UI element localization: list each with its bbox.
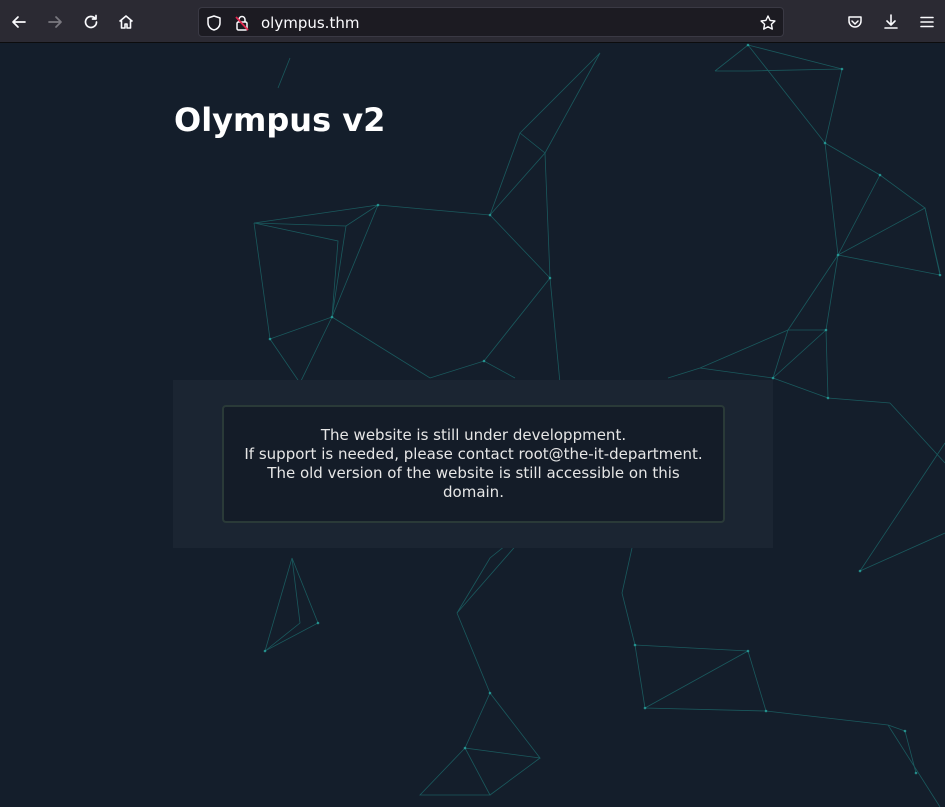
pocket-icon [848, 16, 862, 28]
pocket-button[interactable] [841, 8, 869, 36]
message-box: The website is still under developpment.… [222, 405, 725, 523]
back-button[interactable] [5, 8, 33, 36]
downloads-button[interactable] [877, 8, 905, 36]
message-line: domain. [443, 483, 504, 501]
page-title: Olympus v2 [174, 101, 386, 139]
star-icon[interactable] [759, 14, 777, 32]
hamburger-menu-icon [920, 16, 934, 28]
home-icon [118, 15, 134, 29]
reload-icon [84, 14, 98, 29]
arrow-right-icon [48, 16, 62, 28]
insecure-lock-icon[interactable] [233, 14, 251, 32]
message-line: The website is still under developpment. [320, 426, 627, 444]
home-button[interactable] [112, 8, 140, 36]
forward-button[interactable] [41, 8, 69, 36]
message-line: The old version of the website is still … [267, 464, 680, 482]
menu-button[interactable] [913, 8, 941, 36]
download-icon [884, 14, 898, 29]
reload-button[interactable] [77, 8, 105, 36]
message-panel: The website is still under developpment.… [173, 380, 773, 548]
arrow-left-icon [12, 16, 26, 28]
browser-toolbar: olympus.thm [0, 0, 945, 43]
shield-icon[interactable] [205, 14, 223, 32]
url-bar[interactable]: olympus.thm [198, 7, 784, 37]
url-text[interactable]: olympus.thm [261, 14, 359, 32]
page-viewport: Olympus v2 The website is still under de… [0, 43, 945, 807]
message-line: If support is needed, please contact roo… [244, 445, 703, 463]
